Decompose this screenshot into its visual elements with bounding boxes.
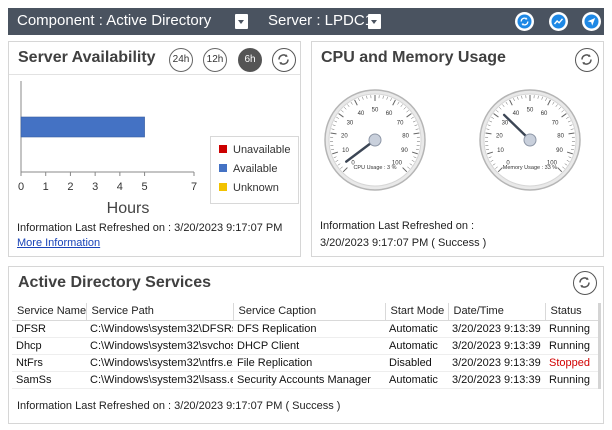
refresh-icon[interactable] [515, 12, 534, 31]
gauge-tick-label: 10 [342, 148, 349, 154]
gauge-tick-label: 70 [552, 120, 559, 126]
cell-start-mode: Automatic [385, 371, 448, 389]
cell-service-caption: Security Accounts Manager [233, 371, 385, 389]
x-tick-label: 3 [92, 181, 98, 193]
gauge-tick-label: 20 [496, 134, 503, 140]
gauge-cpu: 0102030405060708090100CPU Usage : 3 % [324, 89, 426, 191]
cell-service-path: C:\Windows\system32\ntfrs.exe [86, 354, 233, 372]
cell-date-time: 3/20/2023 9:13:39 [448, 320, 545, 338]
column-header-start-mode[interactable]: Start Mode [385, 303, 449, 321]
refresh-icon [579, 277, 590, 288]
cell-date-time: 3/20/2023 9:13:39 [448, 371, 545, 389]
cpu-memory-last-refreshed-label: Information Last Refreshed on : [320, 220, 475, 232]
gauge-label: CPU Usage : 3 % [353, 165, 396, 171]
x-tick-label: 4 [117, 181, 123, 193]
cpu-memory-last-refreshed-value: 3/20/2023 9:17:07 PM ( Success ) [320, 237, 487, 249]
column-header-service-caption[interactable]: Service Caption [233, 303, 386, 321]
gauge-tick-label: 50 [527, 108, 534, 114]
column-header-status[interactable]: Status [545, 303, 599, 321]
column-header-service-path[interactable]: Service Path [86, 303, 234, 321]
cell-service-path: C:\Windows\system32\DFSRs.exe [86, 320, 233, 338]
cell-start-mode: Automatic [385, 337, 448, 355]
column-header-date-time[interactable]: Date/Time [448, 303, 546, 321]
cell-status: Running [545, 337, 598, 355]
x-tick-label: 5 [142, 181, 148, 193]
send-icon[interactable] [582, 12, 601, 31]
column-header-service-name[interactable]: Service Name [12, 303, 87, 321]
table-row[interactable]: DFSR C:\Windows\system32\DFSRs.exe DFS R… [12, 320, 598, 338]
cell-service-caption: File Replication [233, 354, 385, 372]
gauge-tick-label: 90 [401, 148, 408, 154]
gauge-tick-label: 30 [502, 120, 509, 126]
gauge-label: Memory Usage : 33 % [503, 165, 558, 171]
panel-title: Active Directory Services [18, 274, 211, 291]
cell-service-name: Dhcp [12, 337, 86, 355]
component-dropdown-chevron-icon[interactable] [235, 14, 248, 29]
table-scrollbar[interactable] [598, 303, 601, 389]
cell-service-name: NtFrs [12, 354, 86, 372]
table-row[interactable]: NtFrs C:\Windows\system32\ntfrs.exe File… [12, 354, 598, 372]
cell-service-name: DFSR [12, 320, 86, 338]
gauge-tick-label: 10 [497, 148, 504, 154]
server-dropdown-chevron-icon[interactable] [368, 14, 381, 29]
trend-icon[interactable] [549, 12, 568, 31]
services-refresh-button[interactable] [573, 271, 597, 295]
component-label: Component : Active Directory [17, 12, 212, 29]
cell-service-caption: DFS Replication [233, 320, 385, 338]
gauge-tick-label: 30 [347, 120, 354, 126]
availability-chart: 0 1 2 3 4 5 7 Hours [18, 81, 197, 217]
more-information-link[interactable]: More Information [17, 237, 100, 249]
bar-available [20, 116, 145, 138]
availability-last-refreshed: Information Last Refreshed on : 3/20/202… [17, 222, 283, 234]
cell-service-path: C:\Windows\system32\svchost.exe [86, 337, 233, 355]
table-row[interactable]: Dhcp C:\Windows\system32\svchost.exe DHC… [12, 337, 598, 355]
cell-start-mode: Automatic [385, 320, 448, 338]
cell-status: Running [545, 320, 598, 338]
cell-service-name: SamSs [12, 371, 86, 389]
top-toolbar: Component : Active Directory Server : LP… [8, 8, 604, 35]
gauge-hub [368, 133, 382, 147]
gauge-tick-label: 40 [513, 111, 520, 117]
usage-gauges: 0102030405060708090100CPU Usage : 3 %010… [324, 89, 581, 191]
table-header-row: Service Name Service Path Service Captio… [12, 303, 599, 321]
services-table: Service Name Service Path Service Captio… [12, 303, 599, 389]
gauge-tick-label: 90 [556, 148, 563, 154]
server-label: Server : LPDC1 [268, 12, 374, 29]
cell-status: Stopped [545, 354, 598, 372]
x-tick-label: 2 [67, 181, 73, 193]
gauge-tick-label: 50 [372, 108, 379, 114]
gauge-memory: 0102030405060708090100Memory Usage : 33 … [479, 89, 581, 191]
x-axis-label: Hours [107, 200, 150, 217]
cell-service-caption: DHCP Client [233, 337, 385, 355]
cell-date-time: 3/20/2023 9:13:39 [448, 354, 545, 372]
table-row[interactable]: SamSs C:\Windows\system32\lsass.exe Secu… [12, 371, 598, 389]
x-tick-label: 1 [43, 181, 49, 193]
gauge-tick-label: 80 [557, 134, 564, 140]
cell-status: Running [545, 371, 598, 389]
cell-date-time: 3/20/2023 9:13:39 [448, 337, 545, 355]
gauge-tick-label: 40 [358, 111, 365, 117]
gauge-hub [523, 133, 537, 147]
gauge-tick-label: 60 [541, 111, 548, 117]
gauge-tick-label: 80 [402, 134, 409, 140]
cell-service-path: C:\Windows\system32\lsass.exe [86, 371, 233, 389]
cell-start-mode: Disabled [385, 354, 448, 372]
gauge-tick-label: 60 [386, 111, 393, 117]
x-tick-label: 0 [18, 181, 24, 193]
x-tick-label: 7 [191, 181, 197, 193]
gauge-tick-label: 70 [397, 120, 404, 126]
services-last-refreshed: Information Last Refreshed on : 3/20/202… [17, 400, 341, 412]
gauge-tick-label: 20 [341, 134, 348, 140]
